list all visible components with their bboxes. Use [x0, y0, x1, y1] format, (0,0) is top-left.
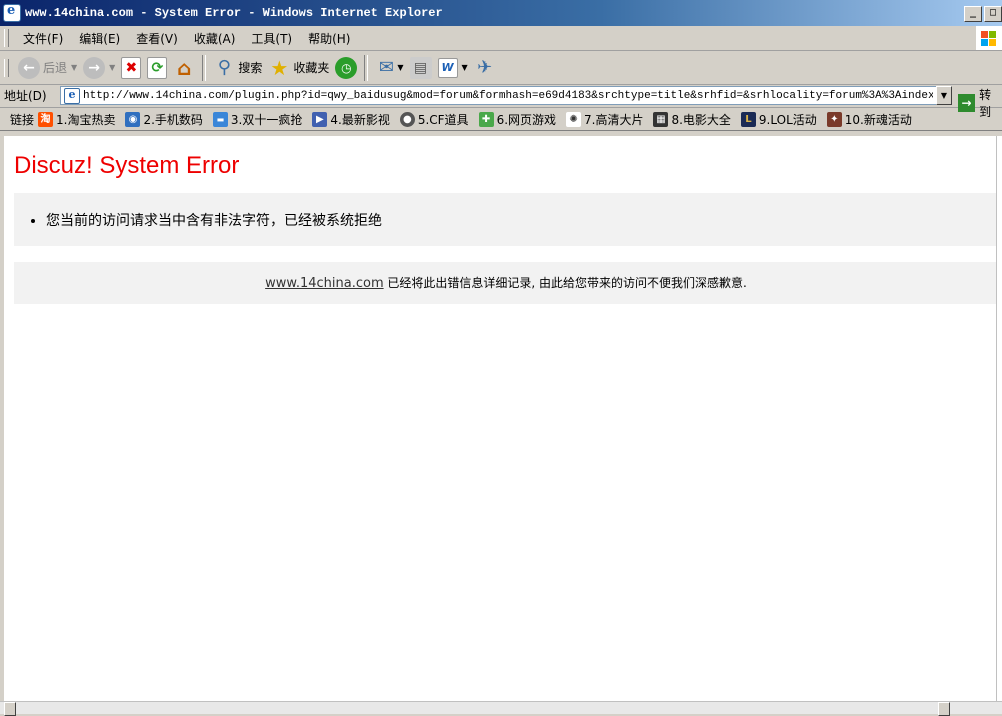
- forward-arrow-icon: →: [83, 56, 106, 79]
- link-item[interactable]: ● 5.CF道具: [399, 111, 469, 128]
- menu-help[interactable]: 帮助(H): [300, 30, 358, 47]
- edit-button[interactable]: W ▼: [437, 57, 468, 78]
- search-button[interactable]: ⚲ 搜索: [213, 56, 263, 79]
- window-controls: _ □: [962, 6, 1002, 22]
- error-message-box: 您当前的访问请求当中含有非法字符，已经被系统拒绝: [14, 193, 998, 246]
- back-arrow-icon: ←: [18, 56, 40, 79]
- link-item[interactable]: ◉ 2.手机数码: [125, 111, 203, 128]
- site-link[interactable]: www.14china.com: [265, 276, 383, 291]
- link-item[interactable]: ▬ 3.双十一疯抢: [212, 111, 302, 128]
- camera-icon: ◉: [125, 111, 141, 127]
- link-item[interactable]: ▶ 4.最新影视: [312, 111, 390, 128]
- link-item[interactable]: ✦ 10.新魂活动: [826, 111, 912, 128]
- cf-icon: ●: [399, 111, 415, 127]
- game-icon: ✦: [826, 111, 842, 127]
- lol-icon: L: [740, 111, 756, 127]
- film-reel-icon: ✺: [566, 111, 582, 127]
- standard-toolbar: ← 后退 ▼ → ▼ ✖ ⟳ ⌂ ⚲ 搜索 ★ 收藏夹 ◷ ✉ ▼ ▤ W ▼ …: [0, 51, 1002, 85]
- scroll-left-button[interactable]: [4, 702, 16, 716]
- maximize-button[interactable]: □: [984, 6, 1002, 22]
- film-strip-icon: ▦: [653, 111, 669, 127]
- stop-icon: ✖: [121, 56, 142, 79]
- mail-button[interactable]: ✉ ▼: [375, 56, 404, 79]
- ie-icon: [3, 3, 21, 22]
- link-item[interactable]: ✺ 7.高清大片: [566, 111, 643, 128]
- page-content: Discuz! System Error 您当前的访问请求当中含有非法字符，已经…: [4, 136, 998, 701]
- refresh-icon: ⟳: [147, 56, 168, 79]
- footer-box: www.14china.com 已经将此出错信息详细记录, 由此给您带来的访问不…: [14, 262, 998, 304]
- toolbar-separator: [364, 54, 369, 81]
- print-button[interactable]: ▤: [409, 56, 432, 79]
- dropdown-arrow-icon: ▼: [71, 63, 78, 72]
- menu-favorites[interactable]: 收藏(A): [186, 30, 244, 47]
- window-title: www.14china.com - System Error - Windows…: [25, 6, 443, 20]
- page-icon: e: [64, 87, 80, 104]
- menu-view[interactable]: 查看(V): [128, 30, 186, 47]
- link-item[interactable]: L 9.LOL活动: [740, 111, 817, 128]
- dropdown-arrow-icon: ▼: [397, 63, 404, 72]
- menu-file[interactable]: 文件(F): [15, 30, 71, 47]
- home-icon: ⌂: [177, 55, 192, 80]
- link-item[interactable]: ▦ 8.电影大全: [653, 111, 731, 128]
- messenger-button[interactable]: ✈: [474, 57, 496, 79]
- vertical-scrollbar[interactable]: [996, 136, 1002, 701]
- word-icon: W: [437, 57, 458, 78]
- search-icon: ⚲: [217, 56, 231, 78]
- address-label: 地址(D): [4, 89, 47, 103]
- links-bar: 链接 淘 1.淘宝热卖 ◉ 2.手机数码 ▬ 3.双十一疯抢 ▶ 4.最新影视 ● 5.C…: [0, 108, 1002, 131]
- printer-icon: ▤: [409, 56, 432, 79]
- page-title: Discuz! System Error: [14, 152, 240, 179]
- address-box[interactable]: e: [60, 86, 952, 105]
- menu-tools[interactable]: 工具(T): [243, 30, 300, 47]
- star-icon: ★: [270, 55, 289, 80]
- link-item[interactable]: 淘 1.淘宝热卖: [38, 111, 115, 128]
- messenger-icon: ✈: [477, 56, 493, 78]
- stop-button[interactable]: ✖: [121, 56, 142, 79]
- dropdown-arrow-icon: ▼: [109, 63, 116, 72]
- links-label: 链接: [10, 112, 35, 127]
- address-dropdown-button[interactable]: ▼: [936, 86, 952, 105]
- history-icon: ◷: [335, 56, 358, 79]
- home-button[interactable]: ⌂: [173, 57, 195, 79]
- history-button[interactable]: ◷: [335, 56, 358, 79]
- horizontal-scrollbar[interactable]: [0, 701, 1002, 716]
- minimize-button[interactable]: _: [964, 6, 982, 22]
- scroll-right-button[interactable]: [938, 702, 950, 716]
- gamepad-icon: ✚: [478, 111, 494, 127]
- address-bar: 地址(D) e ▼ → 转到: [0, 84, 1002, 119]
- toolbar-grip[interactable]: [4, 58, 9, 77]
- toolbar-grip[interactable]: [4, 29, 9, 47]
- toolbar-separator: [202, 54, 207, 81]
- error-message: 您当前的访问请求当中含有非法字符，已经被系统拒绝: [46, 210, 382, 230]
- sale-icon: ▬: [212, 111, 228, 127]
- footer-text: 已经将此出错信息详细记录, 由此给您带来的访问不便我们深感歉意.: [383, 276, 747, 290]
- refresh-button[interactable]: ⟳: [147, 56, 168, 79]
- taobao-icon: 淘: [38, 111, 54, 127]
- forward-button[interactable]: → ▼: [83, 56, 116, 79]
- menu-edit[interactable]: 编辑(E): [71, 30, 128, 47]
- back-button[interactable]: ← 后退 ▼: [18, 56, 78, 79]
- windows-logo-icon: [976, 26, 1002, 50]
- movie-icon: ▶: [312, 111, 328, 127]
- menu-bar: 文件(F) 编辑(E) 查看(V) 收藏(A) 工具(T) 帮助(H): [0, 26, 1002, 51]
- dropdown-arrow-icon: ▼: [461, 63, 468, 72]
- window-title-bar[interactable]: www.14china.com - System Error - Windows…: [0, 0, 1002, 26]
- link-item[interactable]: ✚ 6.网页游戏: [478, 111, 556, 128]
- favorites-button[interactable]: ★ 收藏夹: [268, 57, 329, 79]
- mail-icon: ✉: [378, 56, 394, 78]
- address-input[interactable]: [83, 89, 933, 102]
